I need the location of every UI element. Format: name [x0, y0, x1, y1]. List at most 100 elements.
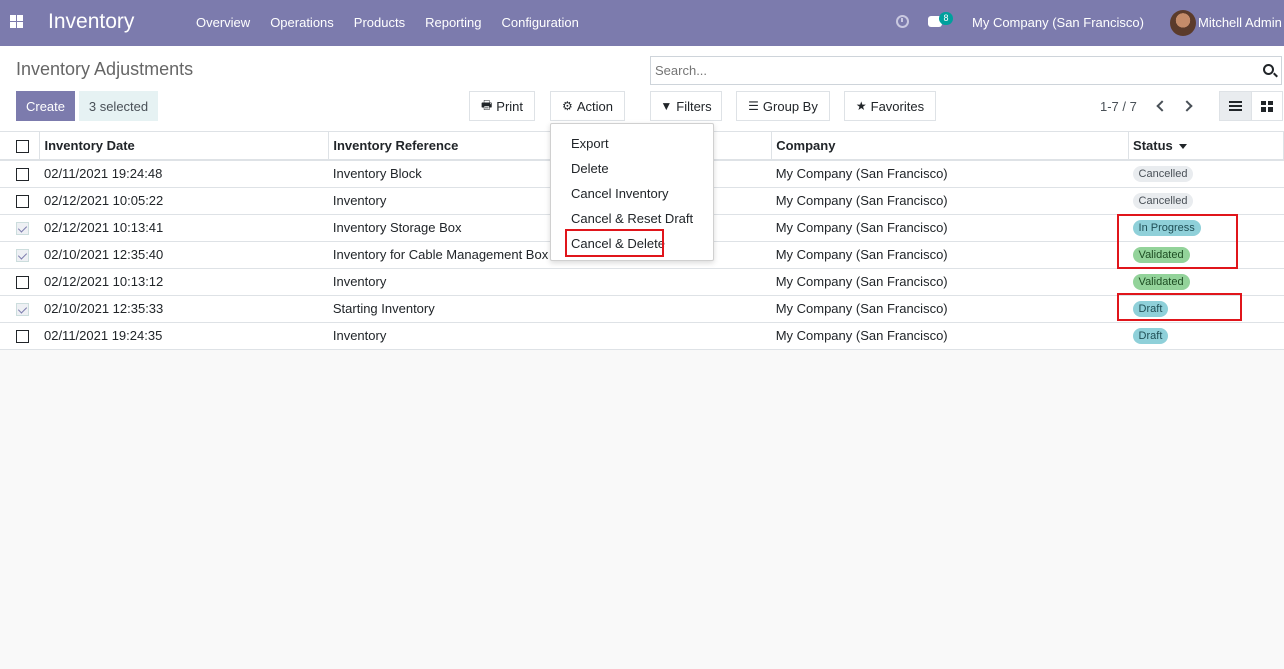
company-switcher[interactable]: My Company (San Francisco): [972, 15, 1144, 30]
row-select-cell: [0, 214, 40, 242]
cell-status: Draft: [1128, 295, 1284, 323]
cell-status: Validated: [1128, 241, 1284, 269]
main-menu: Overview Operations Products Reporting C…: [196, 15, 599, 30]
column-header-company[interactable]: Company: [771, 132, 1130, 161]
menu-products[interactable]: Products: [354, 15, 405, 30]
cell-company: My Company (San Francisco): [771, 295, 1129, 323]
select-all-cell: [0, 132, 41, 161]
row-checkbox[interactable]: [16, 276, 29, 290]
action-button[interactable]: ⚙ Action: [550, 91, 625, 121]
menu-item-cancel-reset-draft[interactable]: Cancel & Reset Draft: [551, 206, 713, 231]
cell-date: 02/10/2021 12:35:40: [39, 241, 329, 269]
menu-operations[interactable]: Operations: [270, 15, 334, 30]
row-select-cell: [0, 187, 40, 215]
row-checkbox[interactable]: [16, 168, 29, 182]
filter-icon: ▼: [660, 99, 673, 113]
list-icon: [1229, 101, 1242, 111]
column-header-status[interactable]: Status: [1128, 132, 1284, 161]
cell-status: Draft: [1128, 322, 1284, 350]
menu-overview[interactable]: Overview: [196, 15, 250, 30]
cell-reference: Inventory: [328, 268, 772, 296]
cell-date: 02/12/2021 10:13:12: [39, 268, 329, 296]
favorites-button[interactable]: ★ Favorites: [844, 91, 936, 121]
row-select-cell: [0, 268, 40, 296]
status-header-label: Status: [1133, 138, 1173, 153]
column-header-date[interactable]: Inventory Date: [39, 132, 330, 161]
row-checkbox[interactable]: [16, 249, 29, 263]
pager-previous-button[interactable]: [1153, 98, 1168, 114]
cell-reference: Starting Inventory: [328, 295, 772, 323]
pager-value[interactable]: 1-7 / 7: [1100, 99, 1137, 114]
cell-date: 02/12/2021 10:13:41: [39, 214, 329, 242]
row-checkbox[interactable]: [16, 303, 29, 317]
cell-company: My Company (San Francisco): [771, 187, 1129, 215]
row-checkbox[interactable]: [16, 195, 29, 209]
menu-configuration[interactable]: Configuration: [501, 15, 578, 30]
action-dropdown-menu: Export Delete Cancel Inventory Cancel & …: [550, 123, 714, 261]
chat-count-badge: 8: [939, 12, 953, 25]
print-label: Print: [496, 98, 524, 114]
cell-reference: Inventory: [328, 322, 772, 350]
apps-menu-icon[interactable]: [10, 15, 23, 28]
control-panel: Inventory Adjustments Create 3 selected …: [0, 46, 1284, 132]
grid-icon: [1261, 100, 1273, 112]
cell-date: 02/11/2021 19:24:35: [39, 322, 329, 350]
cell-company: My Company (San Francisco): [771, 241, 1129, 269]
cell-status: Cancelled: [1128, 187, 1284, 215]
star-icon: ★: [855, 99, 867, 113]
page-title[interactable]: Inventory Adjustments: [16, 59, 193, 80]
select-all-checkbox[interactable]: [16, 140, 29, 154]
user-menu[interactable]: Mitchell Admin: [1198, 15, 1282, 30]
list-view-button[interactable]: [1219, 91, 1252, 121]
favorites-label: Favorites: [870, 98, 925, 114]
row-checkbox[interactable]: [16, 222, 29, 236]
status-badge: Validated: [1132, 247, 1190, 263]
filters-label: Filters: [676, 98, 712, 114]
search-input[interactable]: [655, 63, 1245, 78]
cell-company: My Company (San Francisco): [771, 214, 1129, 242]
pager-next-button[interactable]: [1180, 98, 1195, 114]
activity-clock-icon[interactable]: [896, 15, 909, 28]
menu-item-export[interactable]: Export: [551, 131, 713, 156]
chevron-right-icon: [1180, 100, 1193, 112]
group-by-label: Group By: [762, 98, 818, 114]
app-title[interactable]: Inventory: [48, 10, 134, 34]
cell-company: My Company (San Francisco): [771, 160, 1129, 188]
cell-status: In Progress: [1128, 214, 1284, 242]
row-select-cell: [0, 322, 40, 350]
top-navbar: Inventory Overview Operations Products R…: [0, 0, 1284, 46]
cell-company: My Company (San Francisco): [771, 322, 1129, 350]
cell-date: 02/12/2021 10:05:22: [39, 187, 329, 215]
cell-date: 02/11/2021 19:24:48: [39, 160, 329, 188]
menu-item-cancel-delete[interactable]: Cancel & Delete: [551, 231, 713, 256]
printer-icon: 🖶: [480, 97, 493, 112]
row-select-cell: [0, 295, 40, 323]
gear-icon: ⚙: [562, 99, 573, 113]
menu-reporting[interactable]: Reporting: [425, 15, 481, 30]
search-box: [650, 56, 1282, 85]
table-row[interactable]: 02/12/2021 10:13:12 Inventory My Company (…: [0, 268, 1284, 296]
status-badge: Draft: [1132, 328, 1169, 344]
status-badge: Cancelled: [1132, 193, 1194, 209]
row-checkbox[interactable]: [16, 330, 29, 344]
menu-item-cancel-inventory[interactable]: Cancel Inventory: [551, 181, 713, 206]
row-select-cell: [0, 160, 40, 188]
user-avatar[interactable]: [1170, 10, 1196, 36]
table-row[interactable]: 02/11/2021 19:24:35 Inventory My Company (…: [0, 322, 1284, 350]
search-icon[interactable]: [1263, 64, 1274, 75]
row-select-cell: [0, 241, 40, 269]
print-button[interactable]: 🖶 Print: [469, 91, 535, 121]
chevron-left-icon: [1155, 100, 1168, 112]
cell-status: Cancelled: [1128, 160, 1284, 188]
create-button[interactable]: Create: [16, 91, 75, 121]
sort-caret-icon: [1178, 144, 1187, 150]
table-row[interactable]: 02/10/2021 12:35:33 Starting Inventory My …: [0, 295, 1284, 323]
cell-company: My Company (San Francisco): [771, 268, 1129, 296]
filters-button[interactable]: ▼ Filters: [650, 91, 722, 121]
menu-item-delete[interactable]: Delete: [551, 156, 713, 181]
group-by-button[interactable]: ☰ Group By: [736, 91, 830, 121]
cell-status: Validated: [1128, 268, 1284, 296]
status-badge: Cancelled: [1132, 166, 1194, 183]
bars-icon: ☰: [748, 99, 759, 113]
kanban-view-button[interactable]: [1251, 91, 1283, 121]
